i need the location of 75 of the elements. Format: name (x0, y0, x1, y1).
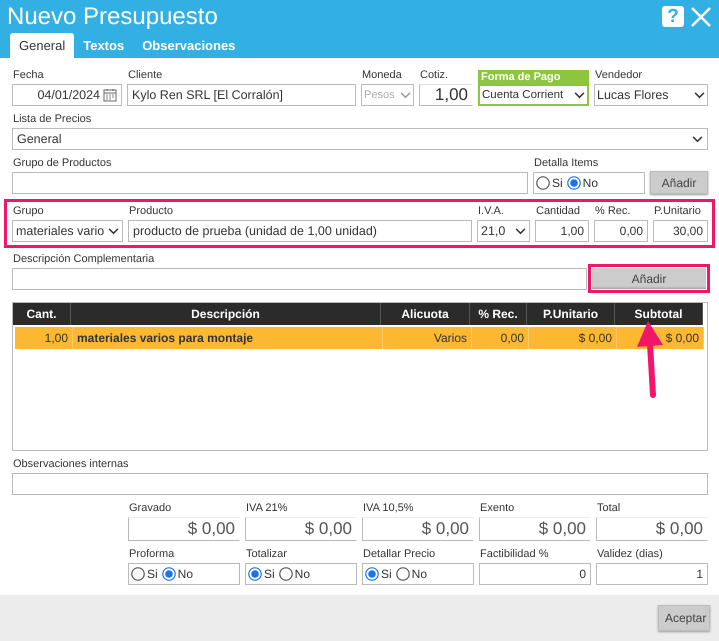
input-field[interactable]: 1,00 (535, 220, 589, 242)
radio-button[interactable]: No (566, 176, 598, 190)
amount-field[interactable]: $ 0,00 (128, 517, 240, 541)
table-cell: Varios (383, 327, 472, 349)
field-label: Observaciones internas (12, 457, 130, 471)
input-field[interactable]: 1 (596, 563, 708, 585)
column-header: Descripción (71, 303, 381, 325)
input-field[interactable]: 0 (479, 563, 591, 585)
amount-field[interactable]: $ 0,00 (479, 517, 591, 541)
table-row[interactable]: 1,00 materiales varios para montaje Varios 0,00 $ 0,00 $ 0,00 (15, 327, 704, 349)
field-label: Proforma (128, 547, 176, 561)
field-label: IVA 21% (245, 501, 288, 515)
chevron-icon[interactable] (692, 136, 703, 142)
field-label: Cliente (127, 68, 164, 82)
accept-button[interactable]: Aceptar (658, 605, 710, 631)
field-label: Total (596, 501, 622, 515)
field-label: Exento (479, 501, 516, 515)
field-label: Descripción Complementaria (12, 252, 156, 266)
column-header: P.Unitario (527, 303, 615, 325)
field-label: Gravado (128, 501, 172, 515)
input-field[interactable] (12, 268, 587, 290)
select-field[interactable]: Cuenta Corrient (478, 84, 589, 106)
field-label: Totalizar (245, 547, 288, 561)
field-label: IVA 10,5% (362, 501, 415, 515)
field-label: Factibilidad % (479, 547, 550, 561)
field-label: Moneda (361, 68, 403, 82)
field-label: Validez (dias) (596, 547, 664, 561)
input-field[interactable]: Kylo Ren SRL [El Corralón] (127, 84, 356, 106)
chevron-icon[interactable] (515, 228, 526, 234)
table-cell: 1,00 (15, 327, 73, 349)
field-label: Detallar Precio (362, 547, 436, 561)
amount-field[interactable]: $ 0,00 (362, 517, 474, 541)
field-label: Detalla Items (533, 156, 600, 170)
tab[interactable]: General (10, 33, 74, 58)
input-field[interactable] (12, 172, 528, 194)
input-field[interactable]: 1,00 (419, 84, 473, 106)
field-label: Cantidad (535, 204, 582, 218)
column-header: Alicuota (381, 303, 470, 325)
add-button[interactable]: Añadir (588, 264, 710, 293)
select-field[interactable]: General (12, 128, 708, 150)
table-cell: materiales varios para montaje (73, 327, 383, 349)
field-label: Fecha (12, 68, 45, 82)
window-title: Nuevo Presupuesto (7, 2, 219, 30)
field-label: Vendedor (594, 68, 644, 82)
column-header: Cant. (13, 303, 71, 325)
select-field[interactable]: materiales vario (12, 220, 123, 242)
input-field[interactable]: 0,00 (594, 220, 648, 242)
radio-button[interactable]: No (162, 567, 194, 581)
table-cell: $ 0,00 (529, 327, 617, 349)
chevron-icon[interactable] (694, 92, 705, 98)
chevron-icon[interactable] (108, 228, 119, 234)
calendar-icon[interactable] (103, 88, 117, 102)
amount-field[interactable]: $ 0,00 (596, 517, 708, 541)
chevron-icon[interactable] (574, 92, 585, 98)
table-cell: 0,00 (472, 327, 529, 349)
field-label: P.Unitario (653, 204, 702, 218)
radio-button[interactable]: No (278, 567, 310, 581)
field-label: Grupo (12, 204, 45, 218)
amount-field[interactable]: $ 0,00 (245, 517, 357, 541)
input-field[interactable] (12, 473, 708, 495)
field-label: Lista de Precios (12, 112, 92, 126)
input-field[interactable]: 30,00 (653, 220, 708, 242)
field-label: Forma de Pago (478, 70, 589, 84)
radio-button[interactable]: No (396, 567, 428, 581)
field-label: Grupo de Productos (12, 156, 112, 170)
date-field[interactable]: 04/01/2024 (12, 84, 122, 106)
select-field[interactable]: Lucas Flores (594, 84, 708, 106)
field-label: Cotiz. (419, 68, 450, 82)
column-header: % Rec. (470, 303, 527, 325)
select-field[interactable]: 21,0 (477, 220, 530, 242)
field-label: I.V.A. (477, 204, 505, 218)
add-button[interactable]: Añadir (650, 171, 708, 194)
field-label: Producto (128, 204, 174, 218)
field-label: % Rec. (594, 204, 632, 218)
input-field[interactable]: producto de prueba (unidad de 1,00 unidad) (128, 220, 472, 242)
